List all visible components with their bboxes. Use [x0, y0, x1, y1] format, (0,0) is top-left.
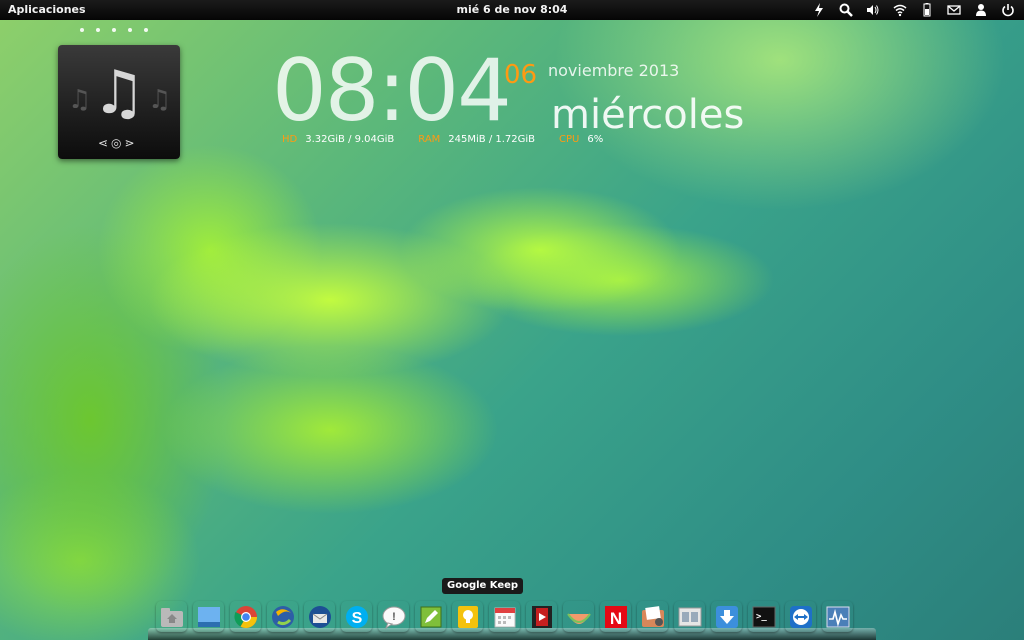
user-icon[interactable] — [973, 2, 989, 18]
search-icon[interactable] — [838, 2, 854, 18]
workspace-dot[interactable] — [112, 28, 116, 32]
chat-bubble-icon[interactable]: ! — [378, 601, 409, 632]
cpu-value: 6% — [587, 134, 604, 145]
workspace-indicator — [80, 28, 148, 32]
system-stats: HD 3.32GiB / 9.04GiB RAM 245MiB / 1.72Gi… — [282, 134, 627, 145]
download-icon[interactable] — [711, 601, 742, 632]
music-player-widget[interactable]: ♫ ♫ ♫ ⋖◎⋗ — [58, 45, 180, 159]
top-panel: Aplicaciones mié 6 de nov 8:04 — [0, 0, 1024, 20]
google-keep-icon[interactable] — [415, 601, 446, 632]
system-monitor-icon[interactable] — [822, 601, 853, 632]
music-note-icon: ♫ — [68, 85, 92, 115]
dock-tooltip: Google Keep — [442, 578, 524, 594]
svg-text:!: ! — [392, 611, 396, 623]
teamviewer-icon[interactable] — [785, 601, 816, 632]
desktop-clock-month-year: noviembre 2013 — [548, 61, 680, 80]
melon-icon[interactable] — [563, 601, 594, 632]
chrome-icon[interactable] — [230, 601, 261, 632]
hd-label: HD — [282, 134, 298, 145]
power-icon[interactable] — [1000, 2, 1016, 18]
desktop-clock-weekday: miércoles — [551, 92, 745, 138]
workspace-dot[interactable] — [80, 28, 84, 32]
photo-folder-icon[interactable] — [637, 601, 668, 632]
ram-value: 245MiB / 1.72GiB — [448, 134, 536, 145]
home-folder-icon[interactable] — [156, 601, 187, 632]
ram-label: RAM — [418, 134, 441, 145]
wifi-icon[interactable] — [892, 2, 908, 18]
svg-text:>_: >_ — [756, 612, 767, 622]
battery-icon[interactable] — [919, 2, 935, 18]
workspace-dot[interactable] — [128, 28, 132, 32]
workspace-dot[interactable] — [144, 28, 148, 32]
cpu-label: CPU — [559, 134, 580, 145]
hd-value: 3.32GiB / 9.04GiB — [305, 134, 395, 145]
mail-icon[interactable] — [946, 2, 962, 18]
volume-icon[interactable] — [865, 2, 881, 18]
netflix-icon[interactable]: N — [600, 601, 631, 632]
window-switcher-icon[interactable] — [674, 601, 705, 632]
desktop-icon[interactable] — [193, 601, 224, 632]
music-note-icon: ♫ — [92, 58, 146, 128]
desktop-clock-day: 06 — [504, 60, 538, 90]
video-player-icon[interactable] — [526, 601, 557, 632]
desktop-clock-time: 08:04 — [272, 41, 512, 141]
terminal-icon[interactable]: >_ — [748, 601, 779, 632]
indicator-area — [811, 2, 1016, 18]
skype-icon[interactable]: S — [341, 601, 372, 632]
svg-text:S: S — [351, 610, 362, 627]
power-bolt-icon[interactable] — [811, 2, 827, 18]
eclipse-icon[interactable] — [267, 601, 298, 632]
workspace-dot[interactable] — [96, 28, 100, 32]
calendar-icon[interactable] — [489, 601, 520, 632]
lightbulb-note-icon[interactable] — [452, 601, 483, 632]
svg-text:N: N — [609, 609, 621, 628]
dock: S! N >_ — [156, 601, 853, 632]
thunderbird-icon[interactable] — [304, 601, 335, 632]
music-note-icon: ♫ — [148, 85, 172, 115]
playback-controls[interactable]: ⋖◎⋗ — [98, 136, 138, 150]
